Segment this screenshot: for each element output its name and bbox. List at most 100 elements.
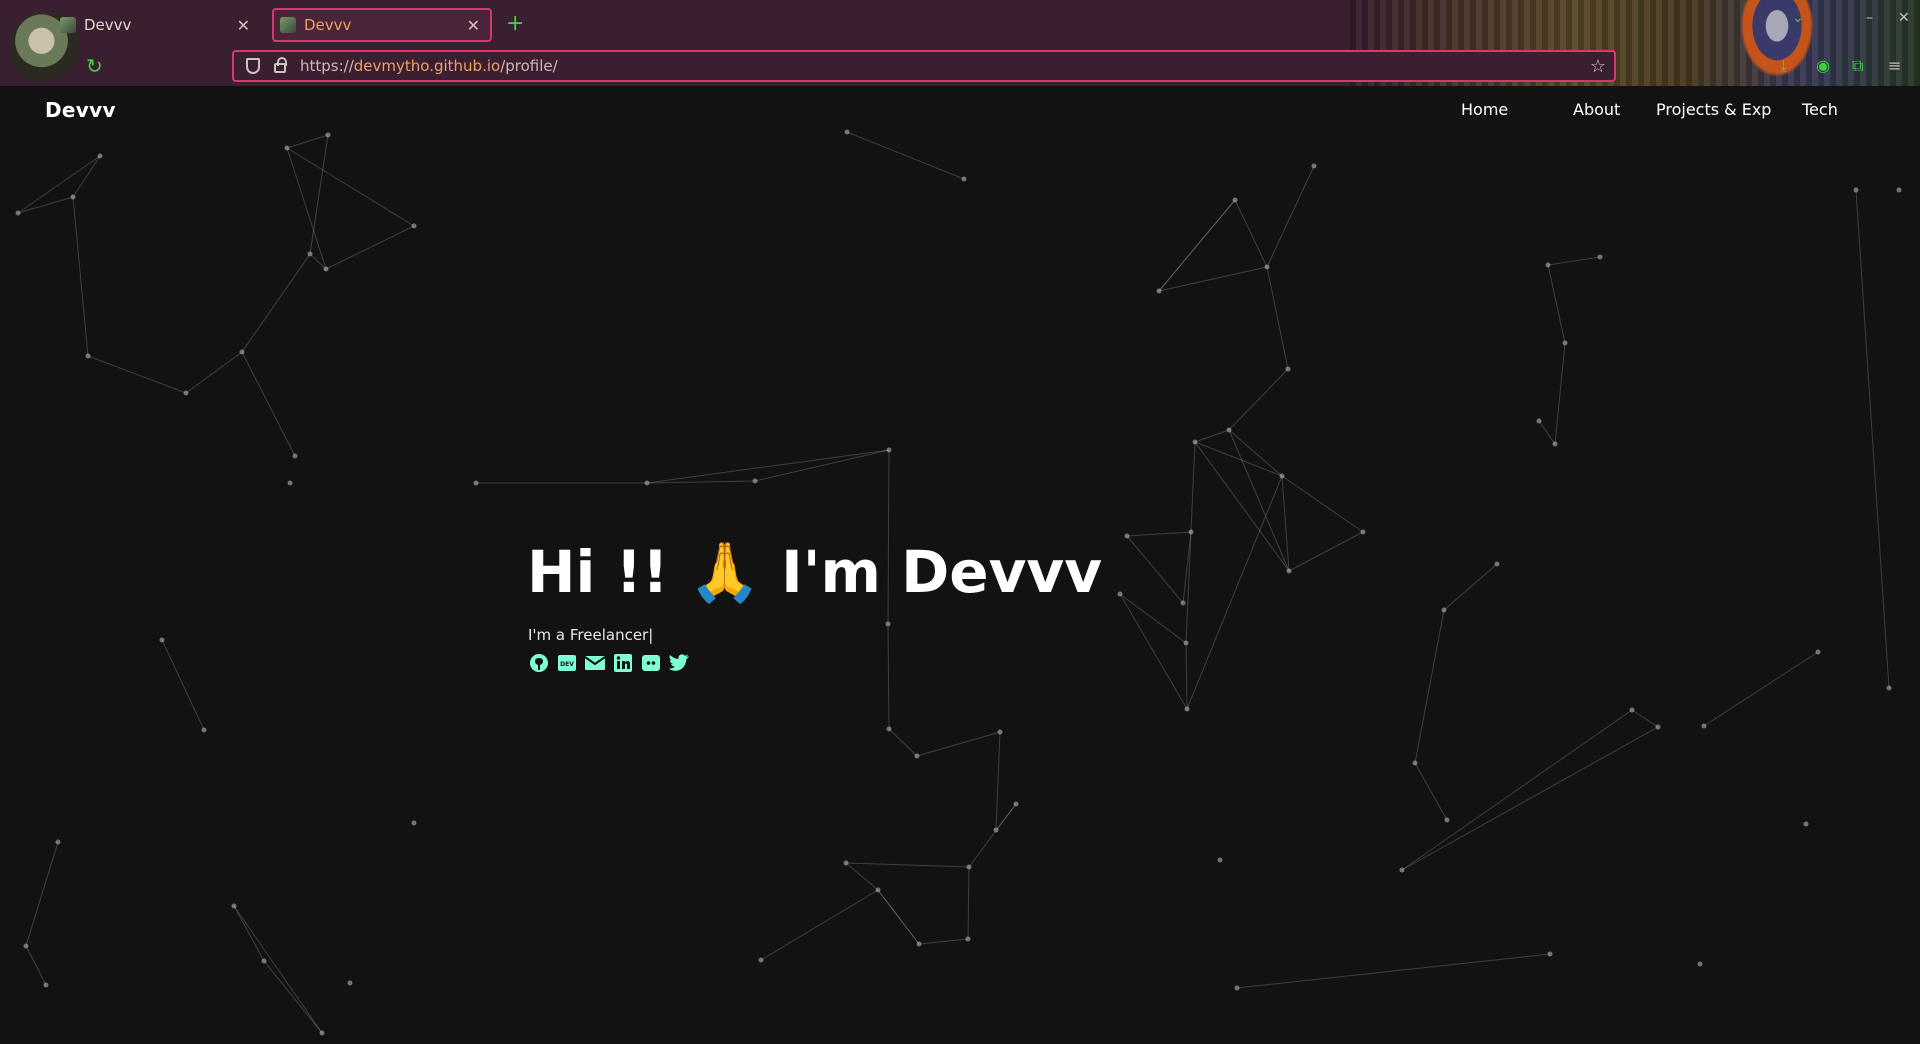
particle-link [263,960,323,1034]
downloads-icon[interactable]: ⤓ [1780,56,1787,76]
particle-dot [1701,723,1707,729]
minimize-icon[interactable]: – [1866,10,1873,26]
page-viewport: Devvv Home About Projects & Exp Tech Hi … [0,86,1920,1044]
particle-dot [1886,685,1892,691]
particle-link [888,728,918,757]
particle-dot [1494,561,1500,567]
particle-link [1443,563,1498,611]
tab-devvv-1[interactable]: Devvv ✕ [60,8,260,42]
particle-link [286,147,327,270]
particle-link [1186,475,1283,710]
particle-dot [159,637,165,643]
close-window-icon[interactable]: ✕ [1898,10,1910,26]
particle-dot [1655,724,1661,730]
particle-link [1547,264,1566,344]
particle-dot [997,729,1003,735]
particle-dot [1183,640,1189,646]
particle-dot [644,480,650,486]
particle-link [1234,199,1268,268]
tracking-protection-shield-icon[interactable] [246,58,260,74]
particle-link [233,905,265,962]
particle-dot [55,839,61,845]
particle-link [1194,441,1283,477]
particle-dot [85,353,91,359]
particle-dot [15,210,21,216]
tab-close-icon[interactable]: ✕ [467,16,480,35]
particle-link [1228,368,1289,431]
particle-dot [1226,427,1232,433]
nav-about[interactable]: About [1573,100,1620,119]
particle-link [1185,441,1196,644]
particle-link [1703,651,1819,727]
nav-projects-exp[interactable]: Projects & Exp [1656,100,1771,119]
extension-green-icon[interactable]: ◉ [1816,56,1830,75]
particle-link [918,938,969,945]
hero-subtitle: I'm a Freelancer| [528,626,654,644]
lock-icon[interactable] [274,57,287,73]
nav-tech[interactable]: Tech [1802,100,1838,119]
particle-dot [1285,366,1291,372]
particle-link [1126,531,1192,537]
particle-dot [287,480,293,486]
nav-home[interactable]: Home [1461,100,1508,119]
particle-link [995,731,1001,831]
particle-link [646,480,756,484]
particle-link [1547,256,1601,266]
particle-dot [1597,254,1603,260]
particle-dot [1441,607,1447,613]
discord-icon[interactable] [640,652,662,674]
particle-link [241,351,296,457]
particle-dot [1180,600,1186,606]
tab-devvv-2[interactable]: Devvv ✕ [272,8,492,42]
particle-link [233,905,323,1034]
particle-link [1185,642,1188,710]
particle-dot [97,153,103,159]
particle-link [286,147,415,227]
particle-dot [914,753,920,759]
particle-link [1538,420,1556,445]
extensions-puzzle-icon[interactable]: ⧉ [1852,56,1863,76]
particle-dot [1562,340,1568,346]
dev-icon[interactable]: DEV [556,652,578,674]
mail-icon[interactable] [584,652,606,674]
particle-link [1266,266,1289,370]
particle-dot [411,223,417,229]
menu-hamburger-icon[interactable]: ≡ [1888,56,1901,75]
address-bar[interactable]: https://devmytho.github.io/profile/ ☆ [232,50,1616,82]
particle-dot [473,480,479,486]
url-text[interactable]: https://devmytho.github.io/profile/ [300,57,558,75]
particle-dot [885,621,891,627]
particle-link [325,225,415,270]
particle-dot [284,145,290,151]
bookmark-star-icon[interactable]: ☆ [1590,56,1606,77]
particle-dot [23,943,29,949]
reload-icon[interactable]: ↻ [86,54,103,78]
particle-link [241,253,311,353]
particle-link [1119,593,1188,710]
tab-close-icon[interactable]: ✕ [237,16,250,35]
particle-dot [201,727,207,733]
new-tab-plus-icon[interactable]: + [506,12,524,36]
particle-dot [1803,821,1809,827]
particle-link [1401,726,1659,871]
particle-dot [239,349,245,355]
theme-knight-image [1734,0,1820,86]
particle-dot [1286,568,1292,574]
particle-dot [752,478,758,484]
particle-dot [961,176,967,182]
particle-link [760,889,879,961]
hero-title: Hi !! 🙏 I'm Devvv [527,538,1102,606]
particle-link [1414,762,1448,821]
particle-dot [1124,533,1130,539]
particle-link [845,862,879,891]
particle-link [1401,709,1633,871]
linkedin-icon[interactable] [612,652,634,674]
twitter-icon[interactable] [668,652,690,674]
brand-logo[interactable]: Devvv [45,98,116,122]
particle-link [967,866,970,940]
particle-link [887,623,890,730]
tab-title: Devvv [84,16,132,34]
github-icon[interactable] [528,652,550,674]
tab-list-chevron-icon[interactable]: ⌄ [1792,10,1804,26]
particle-dot [1547,951,1553,957]
